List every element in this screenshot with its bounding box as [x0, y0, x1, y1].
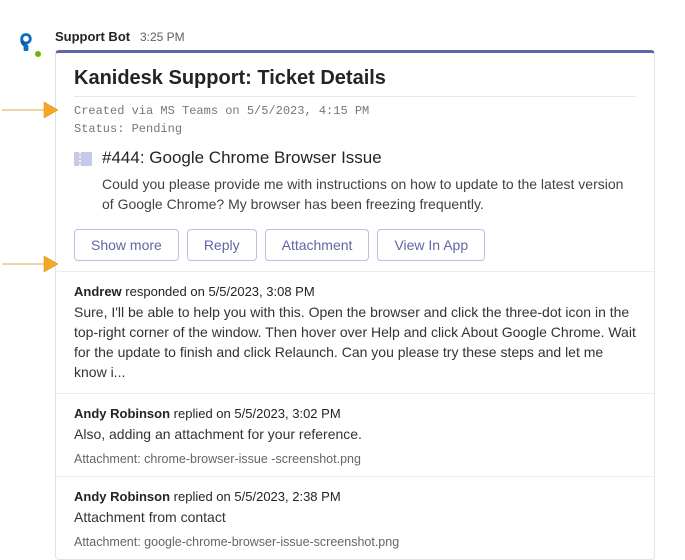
ticket-body: Could you please provide me with instruc… [102, 174, 636, 215]
bot-avatar-icon [10, 26, 42, 58]
reply-item: Andy Robinson replied on 5/5/2023, 3:02 … [56, 393, 654, 476]
reply-body: Attachment from contact [74, 507, 636, 527]
reply-header: Andy Robinson replied on 5/5/2023, 2:38 … [74, 489, 636, 504]
attachment-button[interactable]: Attachment [265, 229, 370, 261]
ticket-icon [74, 152, 92, 166]
annotation-arrow-icon [0, 253, 60, 275]
reply-attachment: Attachment: chrome-browser-issue -screen… [74, 452, 636, 466]
message-header: Support Bot 3:25 PM [55, 28, 655, 44]
ticket-title: #444: Google Chrome Browser Issue [102, 148, 382, 168]
adaptive-card: Kanidesk Support: Ticket Details Created… [55, 50, 655, 560]
meta-created: Created via MS Teams on 5/5/2023, 4:15 P… [74, 102, 636, 120]
reply-body: Sure, I'll be able to help you with this… [74, 302, 636, 383]
reply-attachment: Attachment: google-chrome-browser-issue-… [74, 535, 636, 549]
card-title: Kanidesk Support: Ticket Details [74, 67, 636, 97]
reply-header: Andrew responded on 5/5/2023, 3:08 PM [74, 284, 636, 299]
show-more-button[interactable]: Show more [74, 229, 179, 261]
avatar [10, 26, 42, 58]
presence-available-icon [33, 49, 43, 59]
reply-item: Andrew responded on 5/5/2023, 3:08 PM Su… [56, 271, 654, 393]
reply-header: Andy Robinson replied on 5/5/2023, 3:02 … [74, 406, 636, 421]
meta-status: Status: Pending [74, 120, 636, 138]
view-in-app-button[interactable]: View In App [377, 229, 485, 261]
annotation-arrow-icon [0, 99, 60, 121]
reply-button[interactable]: Reply [187, 229, 257, 261]
reply-item: Andy Robinson replied on 5/5/2023, 2:38 … [56, 476, 654, 559]
sender-name: Support Bot [55, 29, 130, 44]
reply-body: Also, adding an attachment for your refe… [74, 424, 636, 444]
sender-time: 3:25 PM [140, 30, 185, 44]
